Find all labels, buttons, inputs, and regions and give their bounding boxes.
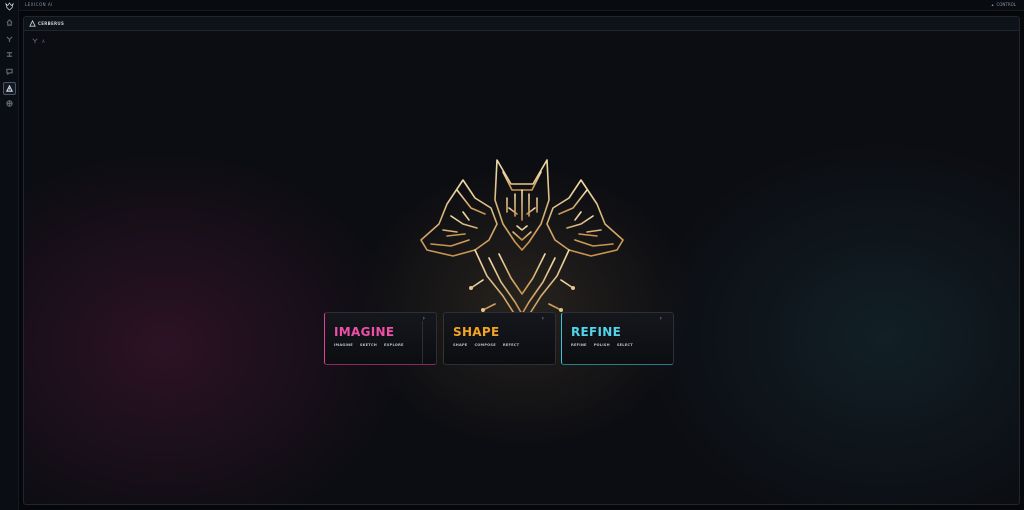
card-tags: REFINE POLISH SELECT (571, 343, 633, 347)
card-title: SHAPE (453, 325, 500, 339)
top-bar: LEXICON AI ▴ CONTROL (0, 0, 1024, 11)
top-right-label: CONTROL (996, 2, 1016, 7)
cerberus-emblem-icon (420, 159, 624, 329)
card-tag: REFECT (502, 343, 520, 347)
panel-header: CERBERUS (24, 17, 1019, 31)
branch-icon[interactable] (3, 33, 16, 46)
card-tag: COMPOSE (474, 343, 496, 347)
main-panel: CERBERUS A (23, 16, 1020, 505)
card-tag: SHAPE (453, 343, 468, 347)
branch-icon[interactable] (32, 38, 38, 44)
home-icon[interactable] (3, 16, 16, 29)
card-tag: IMAGINE (334, 343, 353, 347)
breadcrumb-label[interactable]: A (42, 39, 45, 44)
cerberus-logo-icon (5, 1, 14, 11)
triangle-icon (29, 20, 36, 27)
card-tags: SHAPE COMPOSE REFECT (453, 343, 519, 347)
breadcrumb: A (32, 38, 45, 44)
top-right-control[interactable]: ▴ CONTROL (991, 2, 1016, 7)
card-divider (422, 321, 423, 364)
imagine-card[interactable]: › IMAGINE IMAGINE SKETCH EXPLORE (324, 312, 437, 365)
shape-card[interactable]: › SHAPE SHAPE COMPOSE REFECT (443, 312, 556, 365)
card-tag: EXPLORE (383, 343, 404, 347)
globe-icon[interactable] (3, 97, 16, 110)
refine-card[interactable]: › REFINE REFINE POLISH SELECT (561, 312, 674, 365)
app-title: LEXICON AI (25, 2, 53, 7)
app-logo[interactable] (2, 1, 17, 11)
chevron-right-icon: › (541, 315, 544, 322)
triangle-icon[interactable] (3, 82, 16, 95)
card-title: IMAGINE (334, 325, 395, 339)
caret-icon: ▴ (991, 2, 994, 7)
card-tag: REFINE (571, 343, 587, 347)
chat-icon[interactable] (3, 65, 16, 78)
card-tags: IMAGINE SKETCH EXPLORE (334, 343, 404, 347)
card-tag: SELECT (616, 343, 633, 347)
card-tag: SKETCH (359, 343, 377, 347)
left-rail (0, 0, 19, 510)
card-title: REFINE (571, 325, 622, 339)
chevron-right-icon: › (659, 315, 662, 322)
card-tag: POLISH (593, 343, 610, 347)
nodes-icon[interactable] (3, 48, 16, 61)
panel-title: CERBERUS (38, 21, 65, 26)
